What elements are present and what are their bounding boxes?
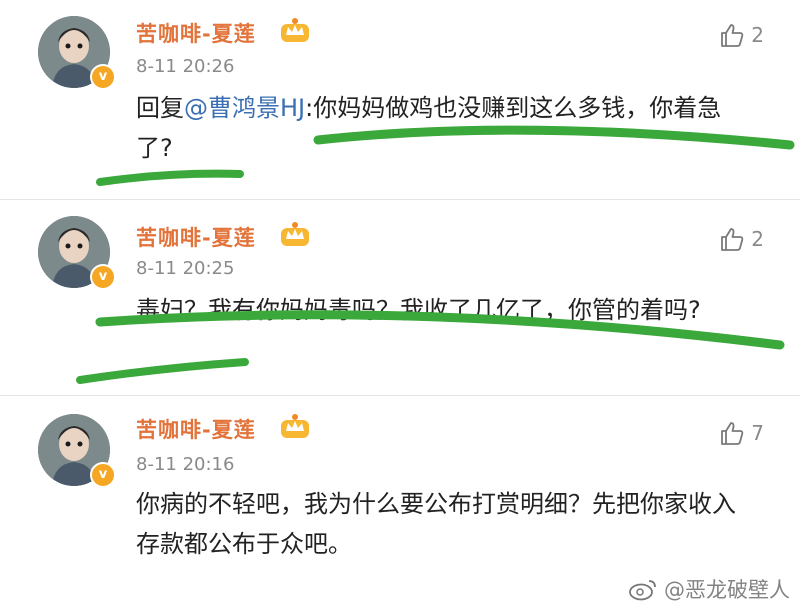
mention-link[interactable]: @曹鸿景HJ bbox=[184, 94, 305, 122]
watermark-text: @恶龙破壁人 bbox=[664, 578, 790, 602]
username[interactable]: 苦咖啡-夏莲 bbox=[136, 18, 256, 48]
like-button[interactable]: 2 bbox=[719, 224, 764, 254]
username[interactable]: 苦咖啡-夏莲 bbox=[136, 414, 256, 444]
crown-badge-icon bbox=[281, 222, 309, 246]
comment-timestamp: 8-11 20:16 bbox=[136, 454, 235, 475]
reply-prefix: 回复 bbox=[136, 94, 184, 122]
comment-item: v 苦咖啡-夏莲 8-11 20:25 2 毒妇？我有你妈妈毒吗？我收了几亿了，… bbox=[0, 200, 800, 396]
crown-badge-icon bbox=[281, 18, 309, 42]
username[interactable]: 苦咖啡-夏莲 bbox=[136, 222, 256, 252]
crown-badge-icon bbox=[281, 414, 309, 438]
verified-badge-icon: v bbox=[90, 64, 116, 90]
verified-badge-icon: v bbox=[90, 264, 116, 290]
thumbs-up-icon bbox=[721, 422, 744, 445]
like-count: 7 bbox=[751, 421, 764, 445]
comment-text: 回复@曹鸿景HJ:你妈妈做鸡也没赚到这么多钱，你着急了? bbox=[136, 88, 756, 168]
thumbs-up-icon bbox=[721, 228, 744, 251]
like-count: 2 bbox=[751, 227, 764, 251]
comment-text: 毒妇？我有你妈妈毒吗？我收了几亿了，你管的着吗? bbox=[136, 296, 701, 324]
like-count: 2 bbox=[751, 23, 764, 47]
watermark: @恶龙破壁人 bbox=[628, 574, 790, 604]
comment-text: 你病的不轻吧，我为什么要公布打赏明细？先把你家收入存款都公布于众吧。 bbox=[136, 490, 736, 558]
thumbs-up-icon bbox=[721, 24, 744, 47]
comment-item: v 苦咖啡-夏莲 8-11 20:26 2 回复@曹鸿景HJ:你妈妈做鸡也没赚到… bbox=[0, 0, 800, 200]
weibo-logo-icon bbox=[629, 580, 656, 601]
comment-timestamp: 8-11 20:26 bbox=[136, 56, 235, 77]
comment-timestamp: 8-11 20:25 bbox=[136, 258, 235, 279]
verified-badge-icon: v bbox=[90, 462, 116, 488]
like-button[interactable]: 7 bbox=[719, 418, 764, 448]
like-button[interactable]: 2 bbox=[719, 20, 764, 50]
comment-thread: v 苦咖啡-夏莲 8-11 20:26 2 回复@曹鸿景HJ:你妈妈做鸡也没赚到… bbox=[0, 0, 800, 606]
